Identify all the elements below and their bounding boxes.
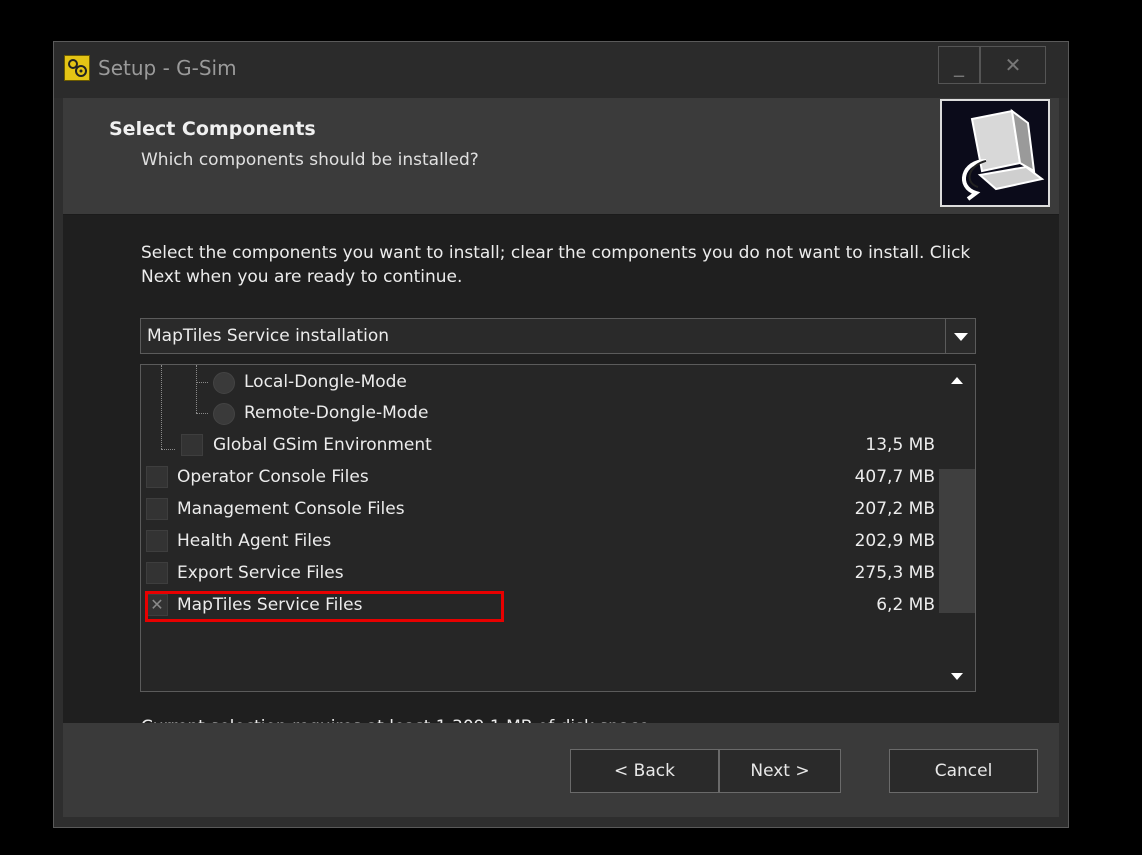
scroll-down-icon[interactable] (939, 663, 975, 691)
component-size: 6,2 MB (876, 595, 935, 615)
component-label: Management Console Files (177, 499, 405, 519)
checkbox[interactable] (181, 434, 203, 456)
wizard-footer: < Back Next > Cancel (63, 723, 1059, 817)
component-label: Local-Dongle-Mode (244, 372, 407, 392)
page-title: Select Components (109, 118, 316, 140)
highlight-box (145, 591, 504, 622)
install-type-value: MapTiles Service installation (147, 326, 390, 346)
component-size: 275,3 MB (854, 563, 935, 583)
component-size: 13,5 MB (865, 435, 935, 455)
scroll-thumb[interactable] (939, 469, 975, 613)
minimize-button[interactable]: _ (938, 46, 980, 84)
list-item[interactable]: Global GSim Environment 13,5 MB (141, 430, 941, 460)
list-item[interactable]: Remote-Dongle-Mode (141, 398, 941, 428)
checkbox[interactable] (146, 530, 168, 552)
instructions-text: Select the components you want to instal… (141, 243, 971, 287)
computer-install-icon (940, 99, 1050, 207)
component-size: 202,9 MB (854, 531, 935, 551)
scroll-up-icon[interactable] (939, 365, 975, 393)
setup-window: Setup - G-Sim _ ✕ Select Components Whic… (53, 41, 1069, 828)
cancel-button[interactable]: Cancel (889, 749, 1038, 793)
list-item[interactable]: Local-Dongle-Mode (141, 367, 941, 397)
wizard-body: Select the components you want to instal… (63, 215, 1059, 737)
chevron-down-icon[interactable] (945, 319, 975, 353)
next-button[interactable]: Next > (719, 749, 841, 793)
component-label: Operator Console Files (177, 467, 369, 487)
radio-button[interactable] (213, 403, 235, 425)
list-item[interactable]: Export Service Files 275,3 MB (141, 558, 941, 588)
list-item[interactable]: Operator Console Files 407,7 MB (141, 462, 941, 492)
close-button[interactable]: ✕ (980, 46, 1046, 84)
checkbox[interactable] (146, 562, 168, 584)
component-label: Export Service Files (177, 563, 344, 583)
component-label: Health Agent Files (177, 531, 332, 551)
component-size: 407,7 MB (854, 467, 935, 487)
window-title: Setup - G-Sim (98, 56, 237, 80)
setup-gears-icon (64, 55, 90, 81)
wizard-header: Select Components Which components shoul… (63, 98, 1059, 215)
components-list[interactable]: Local-Dongle-Mode Remote-Dongle-Mode Glo… (140, 364, 976, 692)
component-label: Global GSim Environment (213, 435, 432, 455)
back-button[interactable]: < Back (570, 749, 719, 793)
component-size: 207,2 MB (854, 499, 935, 519)
page-subtitle: Which components should be installed? (141, 150, 479, 170)
title-bar[interactable]: Setup - G-Sim _ ✕ (54, 42, 1068, 98)
radio-button[interactable] (213, 372, 235, 394)
component-label: Remote-Dongle-Mode (244, 403, 429, 423)
list-item[interactable]: Management Console Files 207,2 MB (141, 494, 941, 524)
vertical-scrollbar[interactable] (939, 365, 975, 691)
checkbox[interactable] (146, 466, 168, 488)
install-type-select[interactable]: MapTiles Service installation (140, 318, 976, 354)
list-item[interactable]: Health Agent Files 202,9 MB (141, 526, 941, 556)
checkbox[interactable] (146, 498, 168, 520)
